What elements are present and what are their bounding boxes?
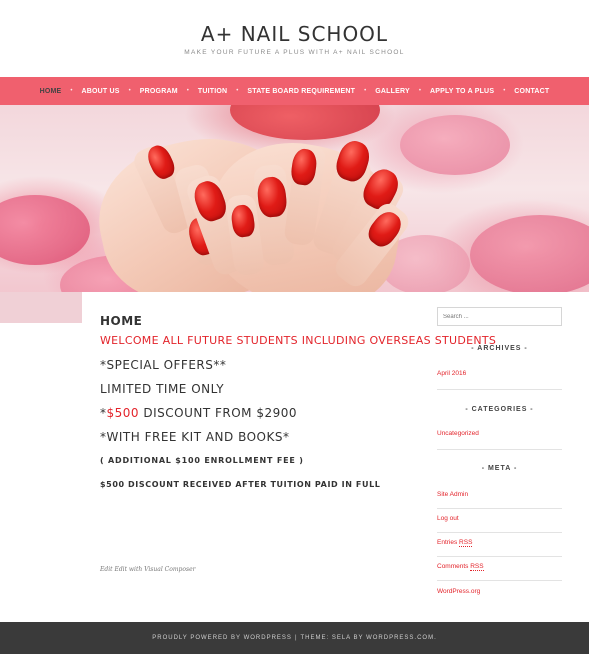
rss-abbr: RSS bbox=[470, 563, 484, 571]
main-navigation: HOME • ABOUT US • PROGRAM • TUITION • ST… bbox=[0, 77, 589, 105]
divider bbox=[437, 580, 562, 581]
nav-separator: • bbox=[236, 88, 239, 94]
content-accent-block bbox=[0, 292, 82, 323]
meta-widget-title: - META - bbox=[481, 465, 518, 472]
discount-text: *$500 DISCOUNT FROM $2900 bbox=[100, 406, 297, 420]
nav-item-gallery[interactable]: GALLERY bbox=[375, 88, 410, 95]
nav-separator: • bbox=[128, 88, 131, 94]
theme-link[interactable]: THEME: SELA BY WORDPRESS.COM. bbox=[301, 635, 437, 641]
footer-separator: | bbox=[294, 635, 298, 641]
entries-rss-link[interactable]: Entries RSS bbox=[437, 539, 473, 547]
search-input[interactable] bbox=[437, 307, 562, 326]
edit-link[interactable]: Edit Edit with Visual Composer bbox=[100, 566, 196, 573]
archive-link[interactable]: April 2016 bbox=[437, 370, 466, 377]
site-tagline: MAKE YOUR FUTURE A PLUS WITH A+ NAIL SCH… bbox=[184, 49, 405, 56]
categories-widget-title: - CATEGORIES - bbox=[465, 406, 534, 413]
nav-separator: • bbox=[503, 88, 506, 94]
nav-separator: • bbox=[70, 88, 73, 94]
site-header: A+ NAIL SCHOOL MAKE YOUR FUTURE A PLUS W… bbox=[0, 0, 589, 77]
divider bbox=[437, 556, 562, 557]
rose-petal bbox=[470, 215, 589, 292]
rose-petal bbox=[400, 115, 510, 175]
nav-item-home[interactable]: HOME bbox=[40, 88, 62, 95]
rose-petal bbox=[0, 195, 90, 265]
page-title: HOME bbox=[100, 314, 143, 328]
divider bbox=[437, 532, 562, 533]
site-admin-link[interactable]: Site Admin bbox=[437, 491, 468, 498]
limited-time-text: LIMITED TIME ONLY bbox=[100, 382, 225, 396]
nav-separator: • bbox=[364, 88, 367, 94]
discount-received-text: $500 DISCOUNT RECEIVED AFTER TUITION PAI… bbox=[100, 480, 381, 489]
nav-item-about-us[interactable]: ABOUT US bbox=[82, 88, 120, 95]
divider bbox=[437, 508, 562, 509]
hero-image bbox=[0, 105, 589, 292]
comments-rss-link[interactable]: Comments RSS bbox=[437, 563, 484, 571]
nav-separator: • bbox=[418, 88, 421, 94]
category-link[interactable]: Uncategorized bbox=[437, 430, 479, 437]
free-kit-text: *WITH FREE KIT AND BOOKS* bbox=[100, 430, 290, 444]
site-footer: PROUDLY POWERED BY WORDPRESS | THEME: SE… bbox=[0, 622, 589, 654]
discount-suffix: DISCOUNT FROM $2900 bbox=[139, 406, 298, 420]
divider bbox=[437, 449, 562, 450]
log-out-link[interactable]: Log out bbox=[437, 515, 459, 522]
powered-by-link[interactable]: PROUDLY POWERED BY WORDPRESS bbox=[152, 635, 292, 641]
entries-label: Entries bbox=[437, 539, 460, 546]
special-offers-text: *SPECIAL OFFERS** bbox=[100, 358, 227, 372]
nav-item-tuition[interactable]: TUITION bbox=[198, 88, 227, 95]
comments-label: Comments bbox=[437, 563, 471, 570]
nav-separator: • bbox=[186, 88, 189, 94]
nav-item-apply[interactable]: APPLY TO A PLUS bbox=[430, 88, 494, 95]
wordpress-org-link[interactable]: WordPress.org bbox=[437, 588, 480, 595]
nav-item-program[interactable]: PROGRAM bbox=[140, 88, 178, 95]
nav-item-contact[interactable]: CONTACT bbox=[514, 88, 549, 95]
rose-petal bbox=[230, 105, 380, 140]
archives-widget-title: - ARCHIVES - bbox=[471, 345, 528, 352]
site-title[interactable]: A+ NAIL SCHOOL bbox=[0, 22, 589, 46]
enrollment-fee-text: ( ADDITIONAL $100 ENROLLMENT FEE ) bbox=[100, 456, 304, 465]
divider bbox=[437, 389, 562, 390]
discount-amount: $500 bbox=[106, 406, 140, 420]
nav-item-state-board-requirement[interactable]: STATE BOARD REQUIREMENT bbox=[247, 88, 355, 95]
rss-abbr: RSS bbox=[459, 539, 473, 547]
